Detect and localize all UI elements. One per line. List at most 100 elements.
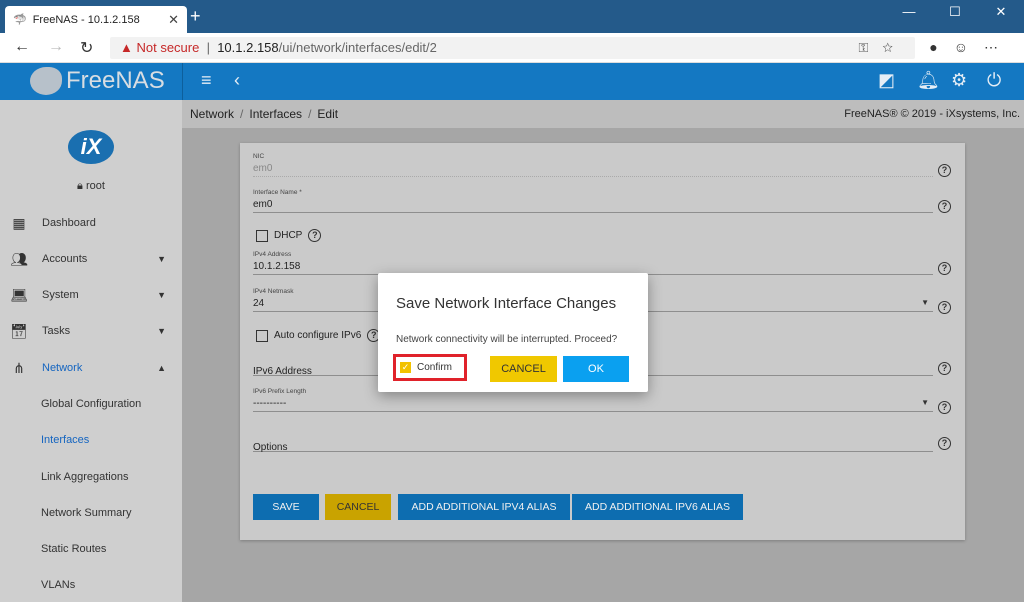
interface-name-label: Interface Name * [253, 189, 302, 196]
help-icon[interactable]: ? [308, 229, 322, 242]
ipv6-address-placeholder: IPv6 Address [253, 366, 312, 377]
sidebar-subitem-static-routes[interactable]: Static Routes [41, 543, 106, 555]
help-icon[interactable]: ? [938, 200, 951, 213]
help-icon[interactable]: ? [938, 437, 951, 450]
sidebar-item-dashboard[interactable]: ▦ Dashboard [0, 205, 182, 241]
settings-gear-icon[interactable]: ⚙ [951, 70, 967, 91]
sidebar-item-tasks[interactable]: 📅︎ Tasks ▼ [0, 313, 182, 349]
ixsystems-logo: iX [68, 130, 114, 164]
forward-icon[interactable]: → [48, 38, 64, 56]
dashboard-icon: ▦ [12, 214, 26, 231]
menu-icon[interactable]: ≡ [201, 70, 212, 91]
sidebar-subitem-interfaces[interactable]: Interfaces [41, 434, 89, 446]
star-icon[interactable]: ☆ [882, 40, 907, 55]
help-icon[interactable]: ? [938, 401, 951, 414]
notifications-bell-icon[interactable]: 🔔︎ [917, 70, 940, 91]
sidebar-subitem-network-summary[interactable]: Network Summary [41, 507, 131, 519]
freenas-favicon-icon: 🦈 [13, 14, 27, 26]
auto-configure-ipv6-label: Auto configure IPv6 [274, 330, 362, 341]
ipv4-address-label: IPv4 Address [253, 251, 292, 258]
people-icon: 👥︎ [10, 250, 28, 267]
caret-down-icon: ▼ [157, 290, 166, 300]
user-label: 🔒︎ root [0, 180, 182, 193]
close-window-icon[interactable]: ✕ [978, 0, 1024, 24]
nic-label: NIC [253, 153, 265, 160]
back-icon[interactable]: ← [14, 38, 30, 56]
confirm-label: Confirm [417, 362, 453, 373]
dropdown-arrow-icon: ▼ [921, 298, 929, 307]
breadcrumb-interfaces[interactable]: Interfaces [249, 107, 302, 121]
checkmark-icon[interactable]: ✓ [400, 362, 411, 373]
more-icon[interactable]: ⋯ [984, 39, 1014, 55]
warning-icon: ▲ [120, 40, 137, 55]
confirm-checkbox[interactable]: ✓ Confirm [393, 354, 467, 381]
sidebar-item-accounts[interactable]: 👥︎ Accounts ▼ [0, 241, 182, 277]
refresh-icon[interactable]: ↻ [80, 38, 93, 58]
sidebar-subitem-link-aggregations[interactable]: Link Aggregations [41, 471, 128, 483]
checkbox-icon[interactable] [256, 229, 268, 242]
breadcrumb-network[interactable]: Network [190, 107, 234, 121]
close-tab-icon[interactable]: ✕ [168, 12, 179, 28]
sidebar-item-network[interactable]: ⋔ Network ▲ [0, 350, 182, 386]
dialog-ok-button[interactable]: OK [563, 356, 629, 382]
cancel-button[interactable]: CANCEL [325, 494, 391, 520]
theme-paint-icon[interactable]: ◩ [878, 70, 895, 91]
dialog-message: Network connectivity will be interrupted… [396, 334, 618, 345]
auto-configure-ipv6-checkbox[interactable]: Auto configure IPv6? [256, 329, 381, 342]
save-button[interactable]: SAVE [253, 494, 319, 520]
network-icon: ⋔ [13, 359, 25, 376]
laptop-icon: 💻︎ [10, 286, 28, 303]
url-path: /ui/network/interfaces/edit/2 [278, 40, 437, 55]
profile-icon[interactable]: ● [929, 39, 953, 55]
options-input[interactable]: Options [253, 437, 933, 453]
help-icon[interactable]: ? [938, 362, 951, 375]
sidebar-item-label: System [42, 289, 79, 301]
freenas-logo[interactable]: FreeNAS [30, 67, 165, 95]
help-icon[interactable]: ? [938, 301, 951, 314]
caret-up-icon: ▲ [157, 363, 166, 373]
url-input[interactable]: ▲ Not secure | 10.1.2.158/ui/network/int… [110, 37, 915, 59]
options-placeholder: Options [253, 442, 288, 453]
confirm-dialog: Save Network Interface Changes Network c… [378, 273, 648, 392]
sidebar-item-system[interactable]: 💻︎ System ▼ [0, 277, 182, 313]
username: root [85, 180, 105, 192]
tab-title: FreeNAS - 10.1.2.158 [32, 13, 140, 26]
dropdown-arrow-icon: ▼ [921, 398, 929, 407]
interface-name-field[interactable]: Interface Name * em0 [253, 189, 933, 213]
sidebar-subitem-vlans[interactable]: VLANs [41, 579, 75, 591]
checkbox-icon[interactable] [256, 329, 268, 342]
maximize-icon[interactable]: ☐ [932, 0, 978, 24]
help-icon[interactable]: ? [938, 164, 951, 177]
sidebar-item-label: Network [42, 362, 83, 374]
dhcp-checkbox[interactable]: DHCP? [256, 229, 322, 242]
emoji-icon[interactable]: ☺ [954, 39, 984, 55]
caret-down-icon: ▼ [157, 326, 166, 336]
add-ipv4-alias-button[interactable]: ADD ADDITIONAL IPV4 ALIAS [398, 494, 570, 520]
help-icon[interactable]: ? [938, 262, 951, 275]
dialog-cancel-button[interactable]: CANCEL [490, 356, 557, 382]
ipv6-prefix-length-value: ---------- [253, 398, 287, 409]
nic-value: em0 [253, 163, 273, 174]
breadcrumb: Network / Interfaces / Edit FreeNAS® © 2019 … [182, 100, 1024, 128]
minimize-icon[interactable]: — [886, 0, 932, 24]
browser-tab-bar: 🦈 FreeNAS - 10.1.2.158 ✕ + — ☐ ✕ [0, 0, 1024, 33]
sidebar: iX 🔒︎ root ▦ Dashboard 👥︎ Accounts ▼ 💻︎ Syst… [0, 100, 182, 602]
ipv4-address-field[interactable]: IPv4 Address 10.1.2.158 [253, 251, 933, 275]
interface-name-value: em0 [253, 199, 273, 210]
new-tab-button[interactable]: + [190, 6, 201, 27]
sidebar-subitem-global-configuration[interactable]: Global Configuration [41, 398, 141, 410]
caret-down-icon: ▼ [157, 254, 166, 264]
breadcrumb-edit: Edit [317, 107, 339, 121]
url-host: 10.1.2.158 [217, 40, 279, 55]
add-ipv6-alias-button[interactable]: ADD ADDITIONAL IPV6 ALIAS [572, 494, 743, 520]
app-header: FreeNAS ≡ ‹ ◩ 🔔︎ ⚙ ⏻ [0, 63, 1024, 100]
lock-icon: 🔒︎ [77, 180, 86, 192]
collapse-chevron-icon[interactable]: ‹ [234, 70, 240, 91]
browser-tab[interactable]: 🦈 FreeNAS - 10.1.2.158 ✕ [5, 6, 187, 33]
copyright: FreeNAS® © 2019 - iXsystems, Inc. [844, 108, 1020, 120]
address-bar-row: ← → ↻ ▲ Not secure | 10.1.2.158/ui/netwo… [0, 33, 1024, 63]
power-icon[interactable]: ⏻ [987, 70, 1001, 91]
key-icon[interactable]: ⚿ [858, 40, 882, 55]
dialog-title: Save Network Interface Changes [396, 295, 617, 312]
security-status[interactable]: Not secure [136, 40, 199, 55]
